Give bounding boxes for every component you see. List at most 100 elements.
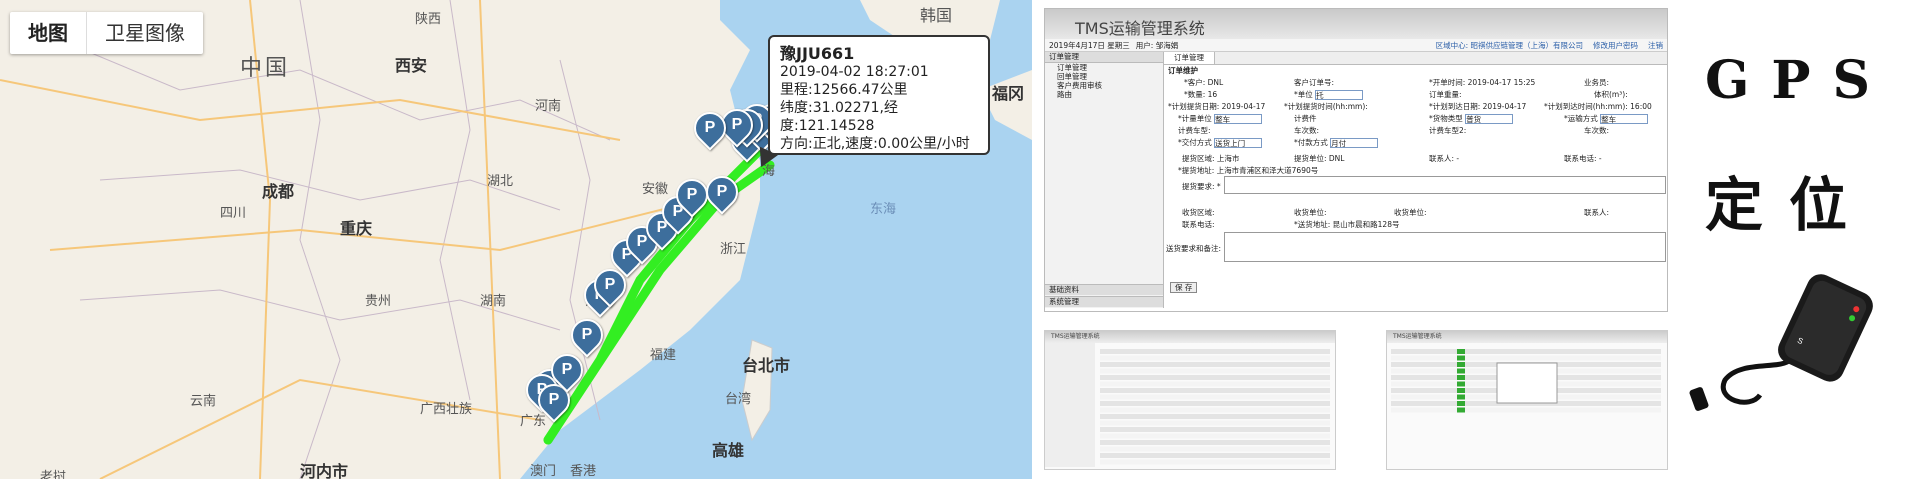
goods-type-label: *货物类型 — [1429, 114, 1463, 123]
field-recv-phone[interactable]: 联系电话: — [1182, 220, 1215, 229]
field-bill-count[interactable]: 计费件 — [1294, 114, 1317, 123]
thumb2-status-indicator — [1457, 362, 1465, 367]
sidebar-header[interactable]: 订单管理 — [1045, 52, 1163, 63]
label-chengdu: 成都 — [262, 182, 295, 201]
marker-p-glyph: P — [581, 326, 593, 343]
delivery-select[interactable]: 送货上门 — [1214, 138, 1263, 148]
field-delivery: *交付方式 送货上门 — [1178, 138, 1263, 148]
map-type-satellite-button[interactable]: 卫星图像 — [86, 12, 203, 54]
field-recv-area[interactable]: 收货区域: — [1182, 208, 1215, 217]
field-arrive-date[interactable]: *计划到达日期: 2019-04-17 — [1429, 102, 1526, 111]
unit-label: *单位 — [1294, 90, 1313, 99]
field-customer-no[interactable]: 客户订单号: — [1294, 78, 1334, 87]
field-recv-unit2[interactable]: 收货单位: — [1394, 208, 1427, 217]
field-pickup-date[interactable]: *计划提货日期: 2019-04-17 — [1168, 102, 1265, 111]
field-car-no[interactable]: 车次数: — [1294, 126, 1319, 135]
field-pickup-time[interactable]: *计划提货时间(hh:mm): — [1284, 102, 1368, 111]
label-hongkong: 香港 — [570, 464, 597, 479]
marker-p-glyph: P — [604, 276, 616, 293]
thumb1-row — [1100, 355, 1330, 361]
thumb1-title: TMS运输管理系统 — [1045, 331, 1335, 343]
gps-tracker-device-icon: S — [1689, 274, 1873, 411]
field-recv-unit[interactable]: 收货单位: — [1294, 208, 1327, 217]
field-order-time[interactable]: *开单时间: 2019-04-17 15:25 — [1429, 78, 1535, 87]
map-type-switch[interactable]: 地图 卫星图像 — [10, 12, 203, 54]
field-car-no2[interactable]: 车次数: — [1584, 126, 1609, 135]
field-goods-type: *货物类型 普货 — [1429, 114, 1514, 124]
tab-order-management[interactable]: 订单管理 — [1164, 52, 1215, 64]
tms-logout-link[interactable]: 注销 — [1648, 40, 1663, 51]
sidebar-item-system[interactable]: 系统管理 — [1045, 296, 1163, 307]
tms-sidebar: 订单管理 订单管理 回单管理 客户费用审核 路由 基础资料 系统管理 — [1045, 52, 1164, 308]
delivery-label: *交付方式 — [1178, 138, 1212, 147]
thumb1-row — [1100, 407, 1330, 413]
label-anhui: 安徽 — [642, 182, 669, 197]
sidebar-item-receipt[interactable]: 回单管理 — [1045, 72, 1163, 81]
sidebar-item-route[interactable]: 路由 — [1045, 90, 1163, 99]
unit-select[interactable]: 托 — [1315, 90, 1364, 100]
popup-direction: 方向:正北,速度:0.00公里/小时 — [780, 136, 970, 152]
thumb1-row — [1100, 433, 1330, 439]
label-henan: 河南 — [535, 99, 562, 114]
tms-app-title: TMS运输管理系统 — [1075, 19, 1205, 38]
sidebar-item-fee-audit[interactable]: 客户费用审核 — [1045, 81, 1163, 90]
pay-select[interactable]: 月付 — [1330, 138, 1379, 148]
thumb1-row — [1100, 427, 1330, 432]
marker-p-glyph: P — [704, 119, 716, 136]
map-panel[interactable]: 地图 卫星图像 中国 韩国 陕西 西安 河南 湖北 安徽 成都 四川 重庆 贵州… — [0, 0, 1032, 479]
field-pick-area[interactable]: 提货区域: 上海市 — [1182, 154, 1239, 163]
label-fujian: 福建 — [650, 348, 677, 363]
thumb1-row — [1100, 401, 1330, 406]
save-button[interactable]: 保 存 — [1170, 282, 1198, 293]
sidebar-item-order[interactable]: 订单管理 — [1045, 63, 1163, 72]
label-chongqing: 重庆 — [340, 219, 373, 238]
thumb1-row — [1100, 453, 1330, 458]
pick-req-textarea[interactable] — [1224, 176, 1666, 194]
field-contact[interactable]: 联系人: - — [1429, 154, 1459, 163]
label-shaanxi: 陕西 — [415, 12, 442, 27]
field-pick-unit[interactable]: 提货单位: DNL — [1294, 154, 1344, 163]
thumb2-status-indicator — [1457, 375, 1465, 380]
transport-select[interactable]: 整车 — [1600, 114, 1649, 124]
goods-type-select[interactable]: 普货 — [1465, 114, 1514, 124]
field-recv-addr[interactable]: *送货地址: 昆山市晨和路128号 — [1294, 220, 1399, 229]
bill-unit-select[interactable]: 整车 — [1214, 114, 1263, 124]
label-sichuan: 四川 — [220, 206, 247, 221]
field-qty[interactable]: *数量: 16 — [1184, 90, 1217, 99]
sidebar-item-basic-data[interactable]: 基础资料 — [1045, 284, 1163, 295]
thumb1-row — [1100, 446, 1330, 452]
field-remark: 送货要求和备注: — [1166, 244, 1222, 253]
field-transport: *运输方式 整车 — [1564, 114, 1649, 124]
field-bill-unit: *计量单位 整车 — [1178, 114, 1263, 124]
label-guangxi: 广西壮族 — [420, 402, 473, 417]
thumb1-row — [1100, 381, 1330, 387]
tms-change-password-link[interactable]: 修改用户密码 — [1593, 40, 1638, 51]
field-volume[interactable]: 体积(m³): — [1594, 90, 1628, 99]
label-taiwan: 台湾 — [725, 392, 752, 407]
field-car-type[interactable]: 计费车型: — [1178, 126, 1211, 135]
map-type-map-button[interactable]: 地图 — [10, 12, 86, 54]
thumb2-row — [1391, 355, 1661, 361]
thumb1-row — [1100, 420, 1330, 426]
thumb1-row — [1100, 440, 1330, 445]
field-arrive-time[interactable]: *计划到达时间(hh:mm): 16:00 — [1544, 102, 1652, 111]
tms-list-thumbnail: TMS运输管理系统 — [1044, 330, 1336, 470]
field-car-type2[interactable]: 计费车型2: — [1429, 126, 1466, 135]
field-customer[interactable]: *客户: DNL — [1184, 78, 1223, 87]
thumb2-table — [1391, 349, 1661, 413]
label-hunan: 湖南 — [480, 294, 507, 309]
field-contact-phone[interactable]: 联系电话: - — [1564, 154, 1602, 163]
tms-user: 用户: 邹海娟 — [1135, 40, 1179, 50]
label-taipei: 台北市 — [742, 356, 791, 375]
field-pick-req: 提货要求: * — [1182, 182, 1221, 191]
thumb2-status-indicator — [1457, 401, 1465, 406]
thumb1-row — [1100, 394, 1330, 400]
marker-p-glyph: P — [731, 116, 743, 133]
field-recv-contact[interactable]: 联系人: — [1584, 208, 1609, 217]
remark-textarea[interactable] — [1224, 232, 1666, 262]
field-pick-addr[interactable]: *提货地址: 上海市青浦区和泽大道7690号 — [1178, 166, 1318, 175]
popup-coords: 纬度:31.02271,经度:121.14528 — [780, 100, 898, 134]
field-order-qty[interactable]: 订单重量: — [1429, 90, 1462, 99]
tms-user-bar: 2019年4月17日 星期三 用户: 邹海娟 区域中心: 昭祺供应链管理（上海）… — [1045, 39, 1667, 52]
field-salesman[interactable]: 业务员: — [1584, 78, 1609, 87]
